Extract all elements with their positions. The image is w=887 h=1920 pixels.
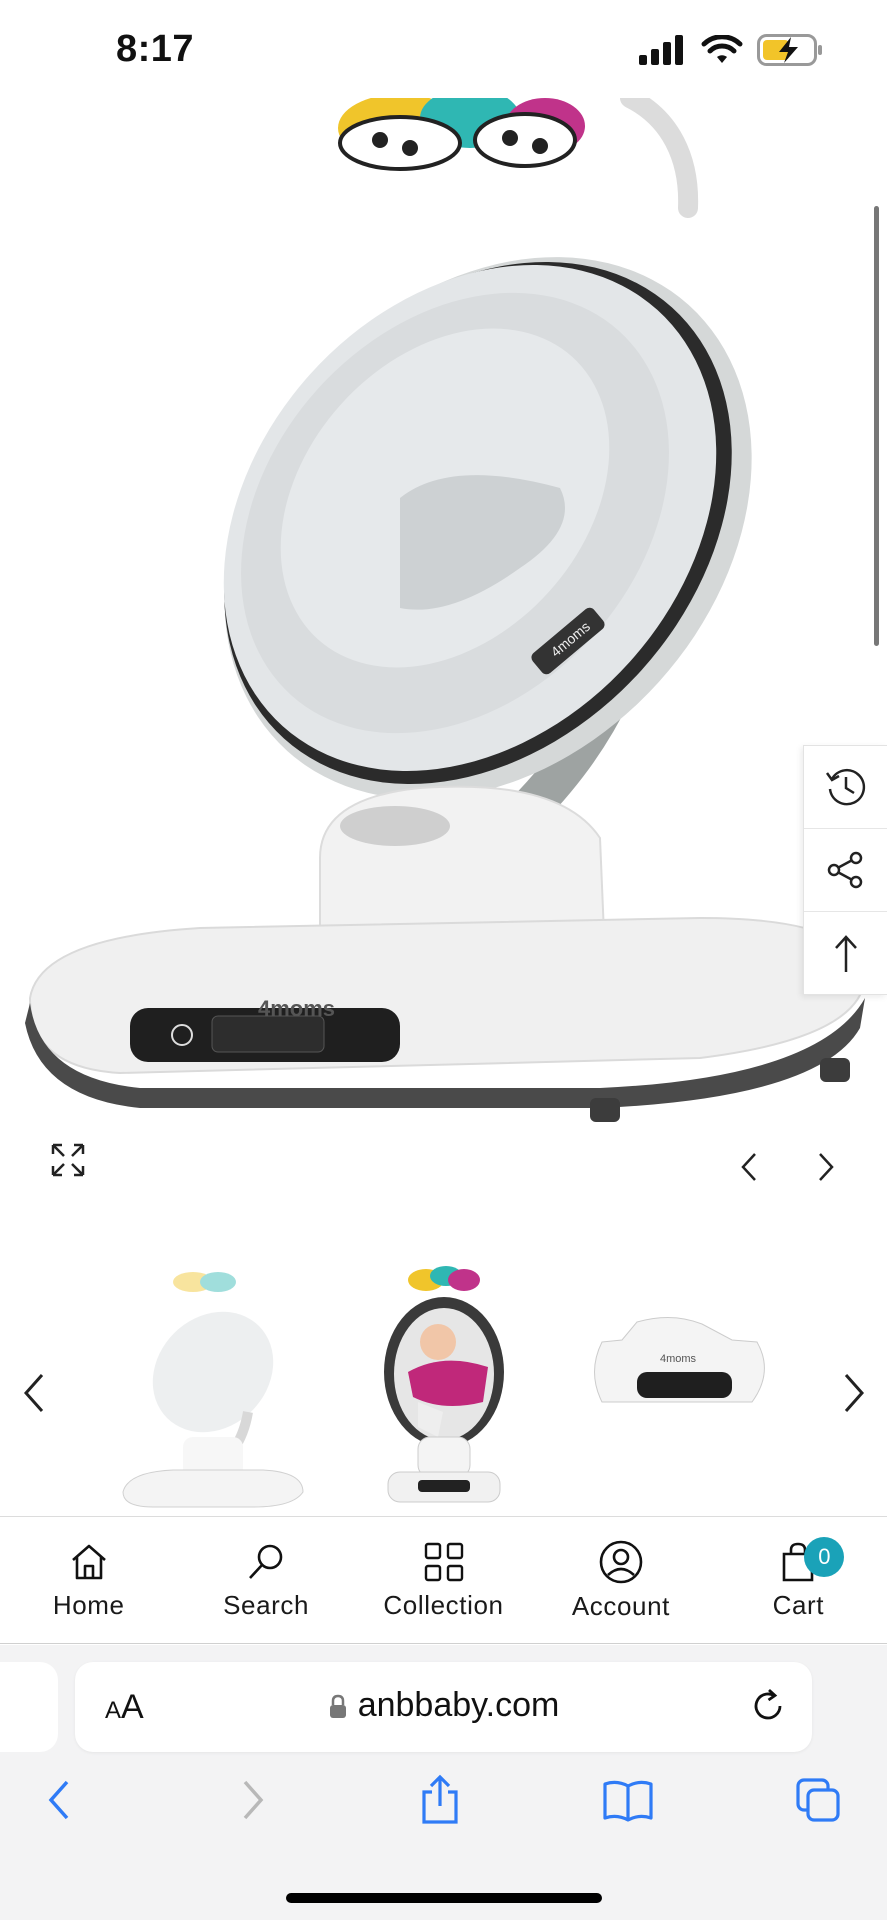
brand-mark: 4moms — [258, 996, 335, 1021]
nav-account-label: Account — [571, 1590, 670, 1621]
lock-icon — [329, 1694, 346, 1719]
thumbnails-next-icon[interactable] — [836, 1370, 870, 1416]
book-icon — [603, 1780, 653, 1822]
share-icon — [827, 851, 862, 889]
svg-text:4moms: 4moms — [660, 1353, 697, 1365]
image-prev-icon[interactable] — [735, 1150, 763, 1184]
history-icon — [825, 769, 865, 806]
wifi-icon — [701, 35, 743, 63]
cart-count-badge: 0 — [804, 1537, 845, 1577]
tabs-icon — [796, 1778, 840, 1822]
nav-cart[interactable]: 0 Cart — [710, 1517, 887, 1643]
domain-text: anbbaby.com — [357, 1686, 560, 1724]
home-indicator — [286, 1893, 602, 1903]
status-time: 8:17 — [116, 28, 195, 70]
toy-mobile — [338, 98, 585, 171]
thumbnails-prev-icon[interactable] — [18, 1370, 52, 1416]
forward-button[interactable] — [222, 1770, 282, 1830]
share-sheet-button[interactable] — [410, 1770, 470, 1830]
tabs-button[interactable] — [788, 1770, 848, 1830]
url-display[interactable]: anbbaby.com — [75, 1686, 812, 1725]
arrow-up-icon — [834, 934, 857, 972]
grid-icon — [424, 1542, 463, 1581]
back-to-top-button[interactable] — [804, 912, 887, 995]
cellular-signal-icon — [639, 35, 683, 65]
nav-home-label: Home — [52, 1589, 125, 1620]
bookmarks-button[interactable] — [598, 1770, 658, 1830]
chevron-left-icon — [48, 1780, 69, 1820]
status-bar: 8:17 — [0, 0, 887, 100]
battery-charging-icon — [757, 34, 822, 66]
store-bottom-nav: Home Search Collection Account 0 Cart — [0, 1516, 887, 1644]
thumbnail-2[interactable] — [348, 1262, 540, 1512]
nav-collection[interactable]: Collection — [355, 1517, 532, 1643]
browser-toolbar — [0, 1770, 887, 1840]
thumbnail-3[interactable]: 4moms — [582, 1262, 774, 1512]
reload-icon[interactable] — [748, 1686, 788, 1726]
product-image[interactable]: 4moms 4moms — [0, 98, 887, 1138]
nav-account[interactable]: Account — [532, 1517, 709, 1643]
address-bar[interactable]: AA anbbaby.com — [75, 1662, 812, 1752]
scroll-indicator[interactable] — [874, 206, 879, 646]
nav-collection-label: Collection — [383, 1589, 504, 1620]
previous-tab-preview[interactable] — [0, 1662, 58, 1752]
thumbnail-1[interactable] — [113, 1262, 305, 1512]
share-sheet-icon — [422, 1774, 458, 1824]
share-button[interactable] — [804, 829, 887, 912]
back-button[interactable] — [30, 1770, 90, 1830]
nav-search-label: Search — [223, 1589, 310, 1620]
expand-icon[interactable] — [50, 1142, 86, 1178]
nav-search[interactable]: Search — [177, 1517, 354, 1643]
account-icon — [599, 1540, 643, 1583]
search-icon — [249, 1544, 283, 1579]
home-icon — [71, 1544, 106, 1579]
recently-viewed-button[interactable] — [804, 746, 887, 829]
side-tools — [803, 745, 887, 995]
status-icons — [639, 34, 823, 66]
image-next-icon[interactable] — [812, 1150, 840, 1184]
nav-cart-label: Cart — [772, 1589, 825, 1620]
chevron-right-icon — [243, 1780, 264, 1820]
nav-home[interactable]: Home — [0, 1517, 177, 1643]
